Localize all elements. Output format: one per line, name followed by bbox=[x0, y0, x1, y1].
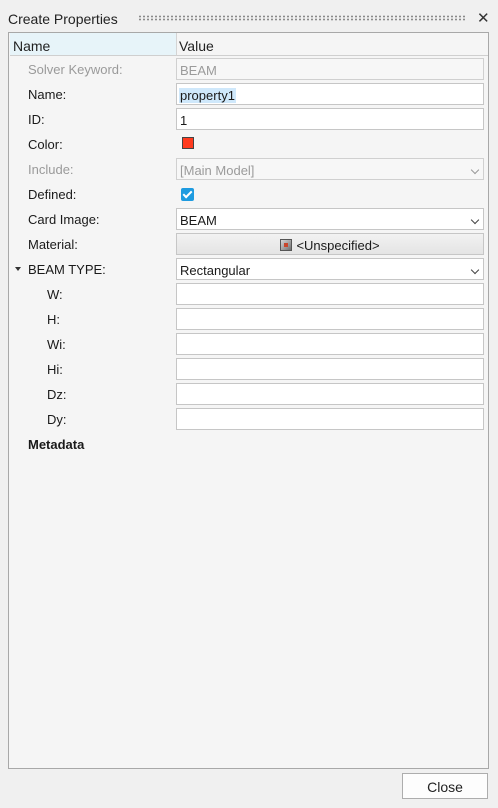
row-dy: Dy: bbox=[9, 407, 488, 432]
row-wi: Wi: bbox=[9, 332, 488, 357]
row-defined: Defined: bbox=[9, 182, 488, 207]
row-material: Material: <Unspecified> bbox=[9, 232, 488, 257]
color-label: Color: bbox=[28, 137, 63, 152]
material-label: Material: bbox=[28, 237, 78, 252]
table-header: Name Value bbox=[9, 33, 488, 56]
wi-field[interactable] bbox=[176, 333, 484, 355]
material-value: <Unspecified> bbox=[296, 238, 380, 253]
color-swatch[interactable] bbox=[182, 137, 194, 149]
row-dz: Dz: bbox=[9, 382, 488, 407]
include-value: [Main Model] bbox=[180, 163, 255, 178]
id-label: ID: bbox=[28, 112, 45, 127]
beam-type-value: Rectangular bbox=[180, 263, 251, 278]
metadata-label: Metadata bbox=[28, 437, 85, 452]
row-card-image: Card Image: BEAM bbox=[9, 207, 488, 232]
row-w: W: bbox=[9, 282, 488, 307]
w-field[interactable] bbox=[176, 283, 484, 305]
card-image-label: Card Image: bbox=[28, 212, 100, 227]
column-header-value[interactable]: Value bbox=[177, 33, 488, 56]
close-button-label: Close bbox=[427, 779, 463, 795]
id-field[interactable]: 1 bbox=[176, 108, 484, 130]
hi-field[interactable] bbox=[176, 358, 484, 380]
row-include: Include: [Main Model] bbox=[9, 157, 488, 182]
h-field[interactable] bbox=[176, 308, 484, 330]
column-header-value-label: Value bbox=[179, 38, 214, 54]
row-name: Name: property1 bbox=[9, 82, 488, 107]
defined-checkbox[interactable] bbox=[181, 188, 194, 201]
row-h: H: bbox=[9, 307, 488, 332]
row-id: ID: 1 bbox=[9, 107, 488, 132]
solver-keyword-label: Solver Keyword: bbox=[28, 62, 123, 77]
beam-type-select[interactable]: Rectangular bbox=[176, 258, 484, 280]
window-title: Create Properties bbox=[8, 11, 118, 27]
card-image-select[interactable]: BEAM bbox=[176, 208, 484, 230]
row-color: Color: bbox=[9, 132, 488, 157]
collapse-arrow-icon[interactable] bbox=[15, 267, 21, 271]
chevron-down-icon bbox=[470, 265, 480, 275]
defined-label: Defined: bbox=[28, 187, 77, 202]
dz-label: Dz: bbox=[47, 387, 67, 402]
id-value: 1 bbox=[180, 113, 188, 128]
chevron-down-icon bbox=[470, 165, 480, 175]
row-beam-type: BEAM TYPE: Rectangular bbox=[9, 257, 488, 282]
chevron-down-icon bbox=[470, 215, 480, 225]
dz-field[interactable] bbox=[176, 383, 484, 405]
solver-keyword-field: BEAM bbox=[176, 58, 484, 80]
solver-keyword-value: BEAM bbox=[180, 63, 217, 78]
beam-type-label: BEAM TYPE: bbox=[28, 262, 106, 277]
dy-label: Dy: bbox=[47, 412, 67, 427]
name-field[interactable]: property1 bbox=[176, 83, 484, 105]
material-button[interactable]: <Unspecified> bbox=[176, 233, 484, 255]
material-cube-icon bbox=[280, 239, 293, 251]
property-table: Name Value Solver Keyword: BEAM Name: pr… bbox=[8, 32, 489, 769]
column-header-name-label: Name bbox=[13, 38, 51, 54]
column-header-name[interactable]: Name bbox=[10, 33, 177, 56]
include-label: Include: bbox=[28, 162, 74, 177]
row-metadata: Metadata bbox=[9, 432, 488, 457]
row-hi: Hi: bbox=[9, 357, 488, 382]
hi-label: Hi: bbox=[47, 362, 63, 377]
w-label: W: bbox=[47, 287, 63, 302]
include-select: [Main Model] bbox=[176, 158, 484, 180]
close-icon[interactable]: ✕ bbox=[477, 9, 490, 27]
row-solver-keyword: Solver Keyword: BEAM bbox=[9, 57, 488, 82]
drag-grip[interactable] bbox=[138, 15, 466, 21]
title-bar[interactable]: Create Properties ✕ bbox=[0, 0, 498, 32]
name-value[interactable]: property1 bbox=[179, 88, 236, 103]
card-image-value: BEAM bbox=[180, 213, 217, 228]
h-label: H: bbox=[47, 312, 60, 327]
wi-label: Wi: bbox=[47, 337, 66, 352]
close-button[interactable]: Close bbox=[402, 773, 488, 799]
dy-field[interactable] bbox=[176, 408, 484, 430]
name-label: Name: bbox=[28, 87, 67, 102]
